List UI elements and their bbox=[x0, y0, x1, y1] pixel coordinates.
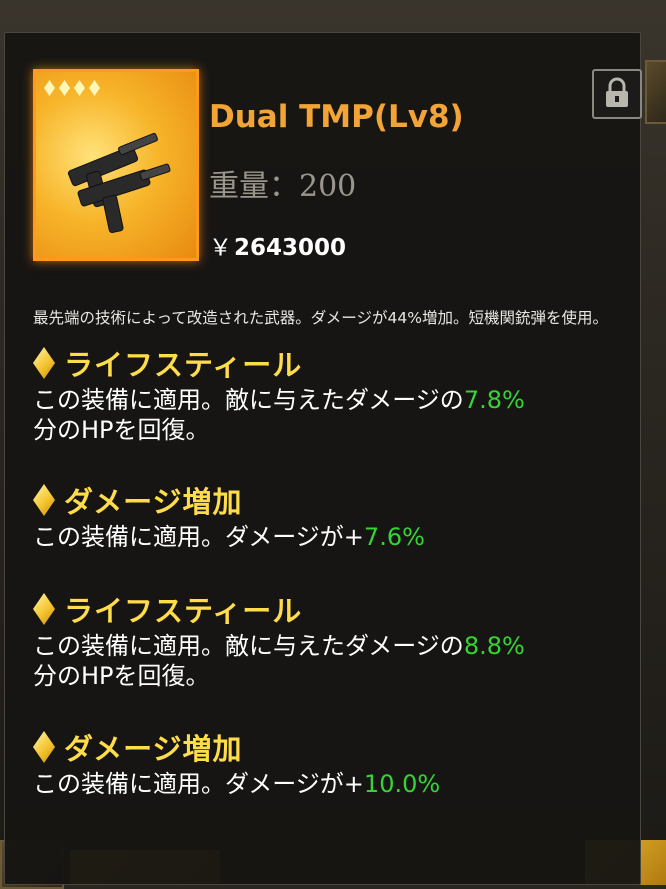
skill-value: 7.6% bbox=[363, 523, 425, 551]
item-thumbnail bbox=[33, 69, 199, 261]
rarity-diamond-icon bbox=[44, 80, 55, 96]
rarity-stars bbox=[44, 80, 100, 96]
skill-name: ダメージ増加 bbox=[64, 485, 243, 519]
skill-value: 7.8% bbox=[463, 386, 525, 414]
skill-value: 8.8% bbox=[463, 632, 525, 660]
rarity-diamond-icon bbox=[74, 80, 85, 96]
skill-name: ライフスティール bbox=[64, 594, 303, 628]
skill-name: ダメージ増加 bbox=[64, 732, 243, 766]
skill-text: 分のHPを回復。 bbox=[33, 662, 210, 690]
skill-description: この装備に適用。敵に与えたダメージの8.8% 分のHPを回復。 bbox=[33, 631, 643, 691]
skill-text: この装備に適用。敵に与えたダメージの bbox=[33, 632, 464, 660]
skill-name: ライフスティール bbox=[64, 348, 303, 382]
skill-text: この装備に適用。敵に与えたダメージの bbox=[33, 386, 464, 414]
inventory-slot[interactable] bbox=[645, 60, 666, 124]
lock-icon bbox=[606, 77, 628, 107]
skill-text: この装備に適用。ダメージが+ bbox=[33, 770, 364, 798]
lock-button[interactable] bbox=[592, 69, 642, 119]
item-description: 最先端の技術によって改造された武器。ダメージが44%増加。短機関銃弾を使用。 bbox=[33, 309, 608, 327]
skill-diamond-icon bbox=[33, 731, 55, 763]
submachine-gun-icon bbox=[67, 132, 171, 234]
skill-description: この装備に適用。ダメージが+10.0% bbox=[33, 769, 643, 799]
skill-diamond-icon bbox=[33, 593, 55, 625]
skill-diamond-icon bbox=[33, 484, 55, 516]
skill-text: この装備に適用。ダメージが+ bbox=[33, 523, 364, 551]
rarity-diamond-icon bbox=[89, 80, 100, 96]
skill-entry: ダメージ増加 この装備に適用。ダメージが+7.6% bbox=[33, 480, 643, 552]
skill-entry: ライフスティール この装備に適用。敵に与えたダメージの8.8% 分のHPを回復。 bbox=[33, 589, 643, 691]
item-detail-popup: Dual TMP(Lv8) 重量：200 ￥2643000 最先端の技術によって… bbox=[4, 32, 643, 885]
rarity-diamond-icon bbox=[59, 80, 70, 96]
skill-diamond-icon bbox=[33, 347, 55, 379]
skill-entry: ライフスティール この装備に適用。敵に与えたダメージの7.8% 分のHPを回復。 bbox=[33, 343, 643, 445]
skill-value: 10.0% bbox=[363, 770, 441, 798]
skill-entry: ダメージ増加 この装備に適用。ダメージが+10.0% bbox=[33, 727, 643, 799]
skill-description: この装備に適用。ダメージが+7.6% bbox=[33, 522, 643, 552]
item-weight: 重量：200 bbox=[209, 169, 357, 204]
item-title: Dual TMP(Lv8) bbox=[209, 99, 464, 135]
skill-text: 分のHPを回復。 bbox=[33, 416, 210, 444]
price-value: 2643000 bbox=[234, 235, 347, 261]
yen-symbol: ￥ bbox=[209, 235, 232, 261]
skill-description: この装備に適用。敵に与えたダメージの7.8% 分のHPを回復。 bbox=[33, 385, 643, 445]
item-price: ￥2643000 bbox=[209, 228, 346, 262]
